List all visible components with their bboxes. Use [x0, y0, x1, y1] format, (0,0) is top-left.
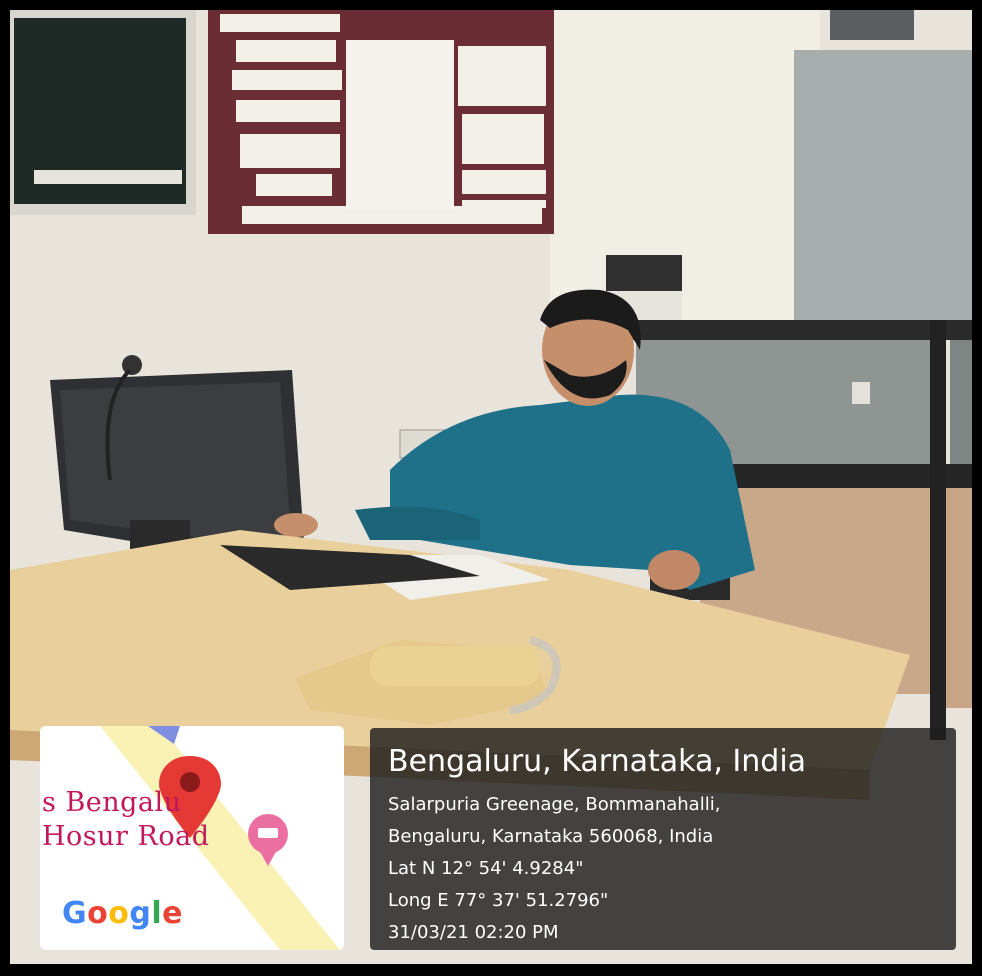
- map-thumbnail: s Bengalu Hosur Road Google: [40, 726, 344, 950]
- photo-frame: s Bengalu Hosur Road Google Bengaluru, K…: [10, 10, 972, 964]
- datetime: 31/03/21 02:20 PM: [388, 922, 559, 943]
- google-logo: Google: [62, 896, 184, 931]
- notice-board: [208, 10, 554, 234]
- address-line-2: Bengaluru, Karnataka 560068, India: [388, 826, 714, 847]
- longitude: Long E 77° 37' 51.2796": [388, 890, 609, 911]
- address-line-1: Salarpuria Greenage, Bommanahalli,: [388, 794, 721, 815]
- map-place-label: s Bengalu Hosur Road: [42, 786, 210, 854]
- map-place-line-2: Hosur Road: [42, 821, 210, 852]
- map-place-line-1: s Bengalu: [42, 787, 182, 818]
- city-title: Bengaluru, Karnataka, India: [388, 744, 807, 779]
- blackboard: [10, 10, 196, 215]
- latitude: Lat N 12° 54' 4.9284": [388, 858, 584, 879]
- location-info-card: Bengaluru, Karnataka, India Salarpuria G…: [370, 728, 956, 950]
